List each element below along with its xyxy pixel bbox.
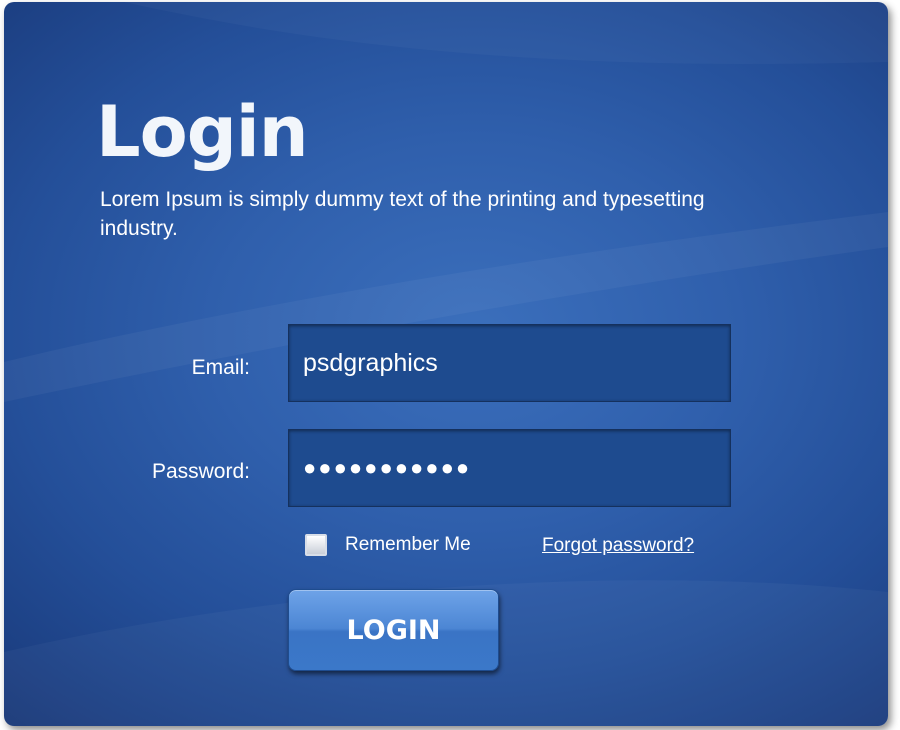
login-panel: Login Lorem Ipsum is simply dummy text o… <box>4 2 888 726</box>
password-label: Password: <box>151 460 250 483</box>
remember-me-label: Remember Me <box>345 534 471 555</box>
email-field[interactable] <box>288 324 731 402</box>
email-label: Email: <box>191 356 250 379</box>
login-button[interactable]: LOGIN <box>288 589 499 671</box>
forgot-password-link[interactable]: Forgot password? <box>542 535 694 557</box>
page-title: Login <box>96 91 309 173</box>
password-field[interactable] <box>288 429 731 507</box>
remember-me-checkbox[interactable] <box>305 534 327 556</box>
remember-me[interactable]: Remember Me <box>305 534 471 556</box>
subtitle: Lorem Ipsum is simply dummy text of the … <box>100 188 705 240</box>
